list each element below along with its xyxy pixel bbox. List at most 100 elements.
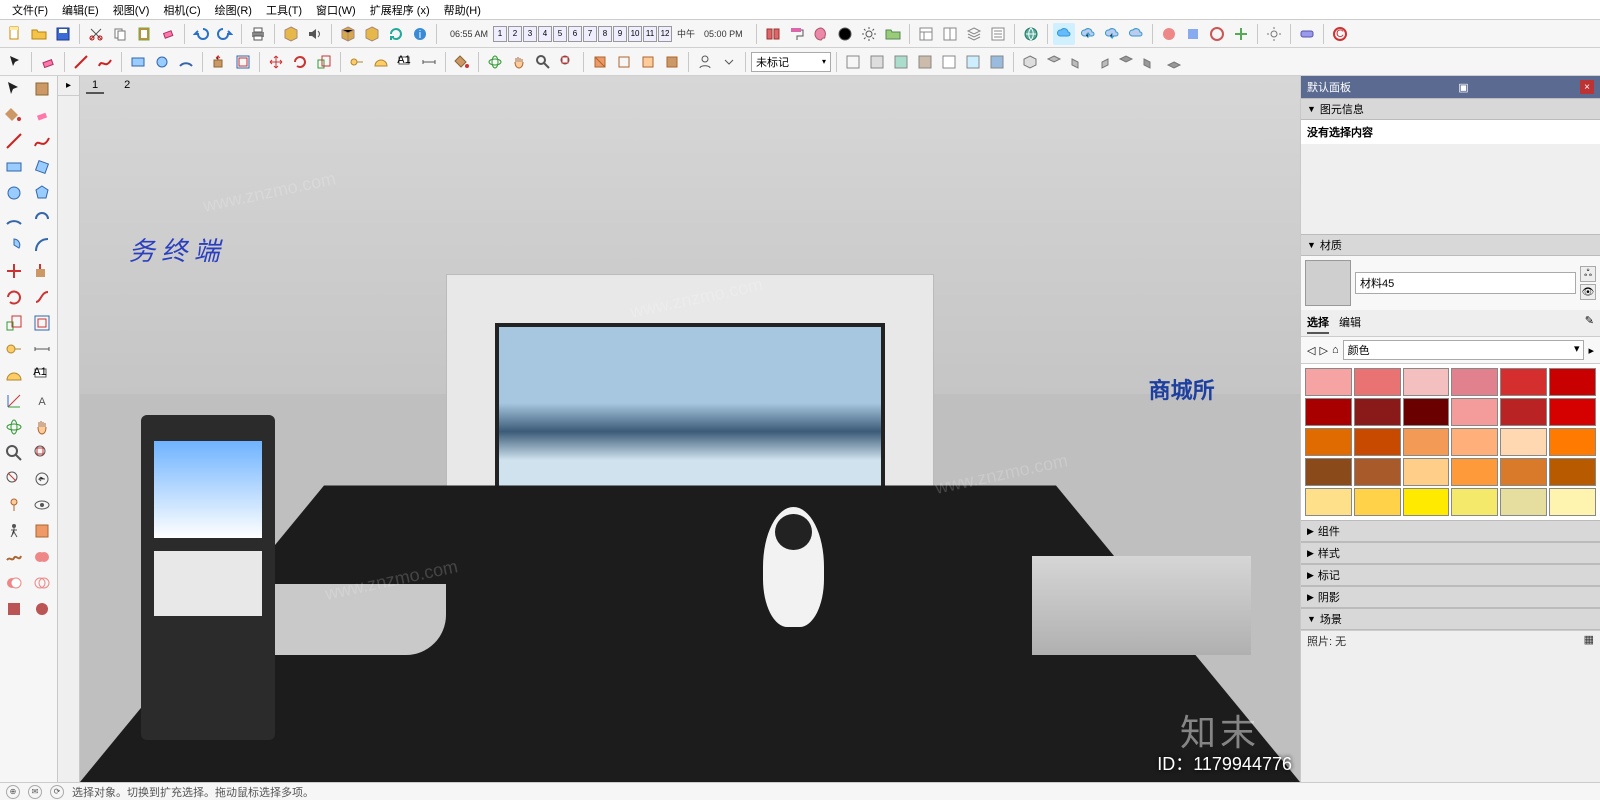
style-hidden-icon[interactable]	[866, 51, 888, 73]
panel-materials-header[interactable]: ▼材质	[1301, 234, 1600, 256]
plugin-c-icon[interactable]	[1206, 23, 1228, 45]
paint-roller-icon[interactable]	[786, 23, 808, 45]
cloud-down-icon[interactable]	[1101, 23, 1123, 45]
menu-camera[interactable]: 相机(C)	[157, 0, 206, 20]
rotate2-icon[interactable]	[0, 284, 28, 310]
pushpull2-icon[interactable]	[28, 258, 56, 284]
color-swatch[interactable]	[1451, 488, 1498, 516]
freehand-icon[interactable]	[94, 51, 116, 73]
menu-edit[interactable]: 编辑(E)	[56, 0, 105, 20]
pushpull-icon[interactable]	[208, 51, 230, 73]
info-icon[interactable]: i	[409, 23, 431, 45]
extension-a-icon[interactable]	[0, 596, 28, 622]
rotrect-icon[interactable]	[28, 154, 56, 180]
menu-extensions[interactable]: 扩展程序 (x)	[364, 0, 436, 20]
panel-styles-header[interactable]: ▶样式	[1301, 542, 1600, 564]
color-swatch[interactable]	[1451, 368, 1498, 396]
solid-intersect-icon[interactable]	[28, 570, 56, 596]
offset-icon[interactable]	[232, 51, 254, 73]
folder-icon[interactable]	[882, 23, 904, 45]
vr-icon[interactable]	[1296, 23, 1318, 45]
color-swatch[interactable]	[1354, 398, 1401, 426]
time-tick[interactable]: 12	[658, 26, 672, 42]
scene-tab-1[interactable]: 1	[86, 78, 104, 94]
component-icon[interactable]	[28, 76, 56, 102]
material-folder-dropdown[interactable]: 颜色 ▾	[1343, 340, 1585, 360]
sample-paint-icon[interactable]: ✎	[1585, 312, 1594, 334]
bottom-icon[interactable]	[1163, 51, 1185, 73]
time-tick[interactable]: 11	[643, 26, 657, 42]
chevron-down-icon[interactable]	[718, 51, 740, 73]
style-shaded-icon[interactable]	[890, 51, 912, 73]
gear-icon[interactable]	[1263, 23, 1285, 45]
select-thin-icon[interactable]: ▸	[58, 76, 79, 96]
color-swatch[interactable]	[1500, 398, 1547, 426]
panel-tags-header[interactable]: ▶标记	[1301, 564, 1600, 586]
color-swatch[interactable]	[1354, 368, 1401, 396]
color-swatch[interactable]	[1549, 458, 1596, 486]
color-swatch[interactable]	[1354, 488, 1401, 516]
orbit2-icon[interactable]	[0, 414, 28, 440]
menu-draw[interactable]: 绘图(R)	[209, 0, 258, 20]
color-swatch[interactable]	[1549, 398, 1596, 426]
box2-icon[interactable]	[361, 23, 383, 45]
prev-view-icon[interactable]	[28, 466, 56, 492]
tray-titlebar[interactable]: 默认面板 ▣ ×	[1301, 76, 1600, 98]
pin-icon[interactable]: ▣	[1458, 81, 1468, 94]
menu-help[interactable]: 帮助(H)	[438, 0, 487, 20]
color-swatch[interactable]	[1403, 488, 1450, 516]
new-file-icon[interactable]	[4, 23, 26, 45]
cloud-up-icon[interactable]	[1077, 23, 1099, 45]
back-icon[interactable]	[1115, 51, 1137, 73]
rectangle-icon[interactable]	[127, 51, 149, 73]
color-swatch[interactable]	[1305, 488, 1352, 516]
color-swatch[interactable]	[1403, 428, 1450, 456]
top-icon[interactable]	[1043, 51, 1065, 73]
orbit-icon[interactable]	[484, 51, 506, 73]
color-swatch[interactable]	[1500, 488, 1547, 516]
section-fill-icon[interactable]	[661, 51, 683, 73]
text2-icon[interactable]: A1	[28, 362, 56, 388]
palette-icon[interactable]	[810, 23, 832, 45]
zoom-icon[interactable]	[532, 51, 554, 73]
paste-icon[interactable]	[133, 23, 155, 45]
line-icon[interactable]	[70, 51, 92, 73]
section-icon[interactable]	[589, 51, 611, 73]
style-wireframe-icon[interactable]	[842, 51, 864, 73]
front-icon[interactable]	[1067, 51, 1089, 73]
book-icon[interactable]	[762, 23, 784, 45]
dimension-icon[interactable]	[418, 51, 440, 73]
pan2-icon[interactable]	[28, 414, 56, 440]
time-tick[interactable]: 3	[523, 26, 537, 42]
time-tick[interactable]: 8	[598, 26, 612, 42]
color-swatch[interactable]	[1354, 458, 1401, 486]
time-tick[interactable]: 2	[508, 26, 522, 42]
layout2-icon[interactable]	[939, 23, 961, 45]
box-icon[interactable]	[337, 23, 359, 45]
scene-tab-2[interactable]: 2	[118, 78, 136, 94]
move2-icon[interactable]	[0, 258, 28, 284]
save-icon[interactable]	[52, 23, 74, 45]
material-thumb[interactable]	[1305, 260, 1351, 306]
freehand2-icon[interactable]	[28, 128, 56, 154]
extension-b-icon[interactable]	[28, 596, 56, 622]
settings-icon[interactable]	[858, 23, 880, 45]
model-info-icon[interactable]	[280, 23, 302, 45]
material-create-icon[interactable]: ஃ	[1580, 266, 1596, 282]
3dtext-icon[interactable]: A	[28, 388, 56, 414]
open-file-icon[interactable]	[28, 23, 50, 45]
color-swatch[interactable]	[1500, 458, 1547, 486]
print-icon[interactable]	[247, 23, 269, 45]
undo-icon[interactable]	[190, 23, 212, 45]
select-icon[interactable]	[0, 76, 28, 102]
arc2-icon[interactable]	[0, 206, 28, 232]
eraser2-icon[interactable]	[28, 102, 56, 128]
circle-icon[interactable]	[151, 51, 173, 73]
color-swatch[interactable]	[1403, 398, 1450, 426]
geo-icon[interactable]: ⊕	[6, 785, 20, 799]
protractor2-icon[interactable]	[0, 362, 28, 388]
pie-icon[interactable]	[0, 232, 28, 258]
offset2-icon[interactable]	[28, 310, 56, 336]
arc-icon[interactable]	[175, 51, 197, 73]
plugin-a-icon[interactable]	[1158, 23, 1180, 45]
